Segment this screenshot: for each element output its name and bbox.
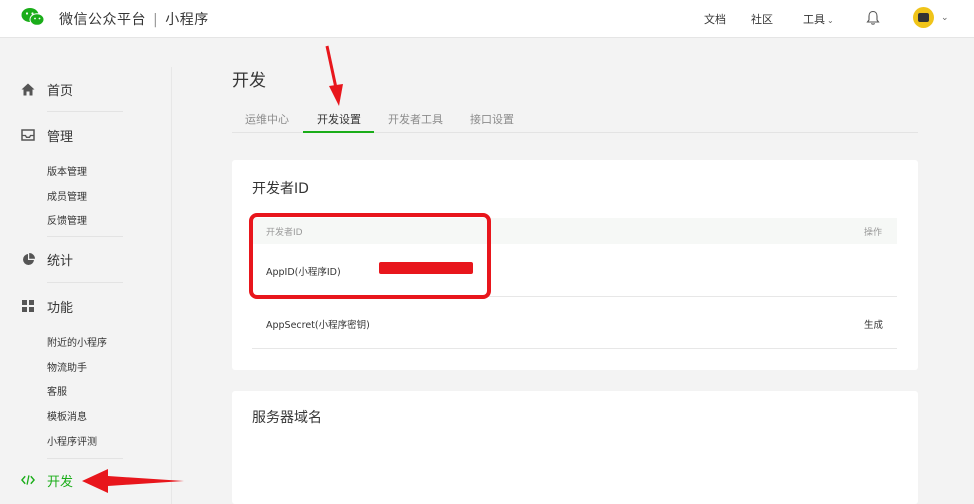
sidebar-item-nearby-miniprogram[interactable]: 附近的小程序 xyxy=(47,334,107,349)
tab-dev-settings[interactable]: 开发设置 xyxy=(317,111,361,127)
home-icon xyxy=(21,82,35,96)
sidebar-item-label: 首页 xyxy=(47,83,74,99)
sidebar-item-feedback-manage[interactable]: 反馈管理 xyxy=(47,212,87,227)
brand-title[interactable]: 微信公众平台 | 小程序 xyxy=(59,9,209,29)
appsecret-label: AppSecret(小程序密钥) xyxy=(266,320,370,331)
annotation-highlight-box xyxy=(249,213,491,299)
sidebar-item-features[interactable]: 功能 xyxy=(21,296,73,316)
tab-api-settings[interactable]: 接口设置 xyxy=(470,111,514,127)
brand-separator: | xyxy=(153,12,159,28)
tab-ops-center[interactable]: 运维中心 xyxy=(245,111,289,127)
sidebar-divider xyxy=(171,67,172,504)
column-header-action: 操作 xyxy=(864,228,883,238)
top-bar: 微信公众平台 | 小程序 文档 社区 工具 ⌄ ⌄ xyxy=(0,0,974,38)
inbox-icon xyxy=(21,128,35,142)
sidebar-item-member-manage[interactable]: 成员管理 xyxy=(47,188,87,203)
chevron-down-icon[interactable]: ⌄ xyxy=(941,13,949,23)
sidebar-item-stats[interactable]: 统计 xyxy=(21,249,73,269)
table-row-divider xyxy=(252,348,897,349)
product-name: 小程序 xyxy=(165,12,209,28)
sidebar-item-manage[interactable]: 管理 xyxy=(21,125,73,145)
developer-id-title: 开发者ID xyxy=(252,181,309,197)
sidebar-item-label: 统计 xyxy=(47,253,74,269)
sidebar-item-label: 开发 xyxy=(47,474,74,490)
sidebar-divider xyxy=(47,111,123,112)
bell-icon[interactable] xyxy=(866,10,880,26)
sidebar-divider xyxy=(47,282,123,283)
sidebar-divider xyxy=(47,458,123,459)
pie-chart-icon xyxy=(21,252,35,266)
wechat-logo-icon[interactable] xyxy=(21,7,45,27)
sidebar-item-develop[interactable]: 开发 xyxy=(21,470,73,490)
chevron-down-icon: ⌄ xyxy=(827,16,834,25)
sidebar-item-label: 管理 xyxy=(47,129,74,145)
generate-secret-button[interactable]: 生成 xyxy=(864,317,883,331)
nav-tools-menu[interactable]: 工具 ⌄ xyxy=(803,11,834,27)
active-tab-indicator xyxy=(303,131,374,133)
code-icon xyxy=(21,473,35,487)
tab-dev-tools[interactable]: 开发者工具 xyxy=(388,111,443,127)
page-title: 开发 xyxy=(232,71,266,91)
sidebar-item-version-manage[interactable]: 版本管理 xyxy=(47,163,87,178)
sidebar-item-template-message[interactable]: 模板消息 xyxy=(47,408,87,423)
sidebar-item-logistics-helper[interactable]: 物流助手 xyxy=(47,359,87,374)
sidebar-item-miniprogram-review[interactable]: 小程序评测 xyxy=(47,433,97,448)
sidebar-item-customer-service[interactable]: 客服 xyxy=(47,383,67,398)
sidebar-item-label: 功能 xyxy=(47,300,74,316)
avatar[interactable] xyxy=(913,7,934,28)
annotation-arrow-down xyxy=(325,45,343,106)
brand-name: 微信公众平台 xyxy=(59,12,146,28)
sidebar-divider xyxy=(47,236,123,237)
server-domain-title: 服务器域名 xyxy=(252,410,322,426)
nav-tools-label: 工具 xyxy=(803,13,825,26)
sidebar-item-home[interactable]: 首页 xyxy=(21,79,73,99)
grid-icon xyxy=(21,299,35,313)
nav-docs-link[interactable]: 文档 xyxy=(704,11,726,27)
server-domain-card xyxy=(232,391,918,504)
nav-community-link[interactable]: 社区 xyxy=(751,11,773,27)
